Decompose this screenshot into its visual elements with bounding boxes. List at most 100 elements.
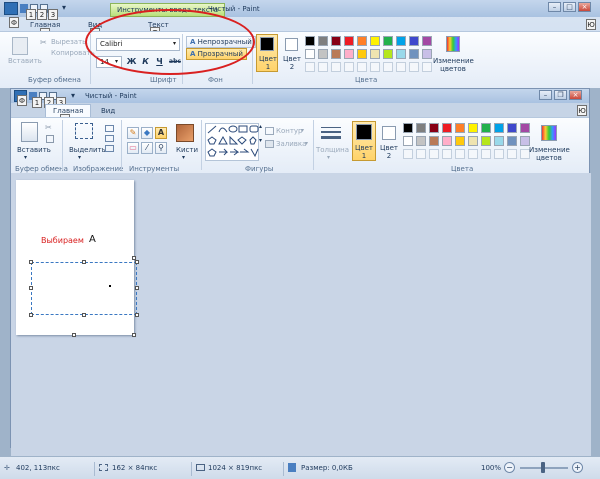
fill-button[interactable]: Заливка: [276, 140, 306, 148]
palette-swatch[interactable]: [481, 123, 491, 133]
palette-custom-slot[interactable]: [507, 149, 517, 159]
pencil-icon[interactable]: ✎: [127, 127, 139, 139]
palette-swatch[interactable]: [370, 49, 380, 59]
zoom-slider-thumb[interactable]: [541, 462, 545, 473]
color2-button[interactable]: [285, 38, 298, 51]
palette-swatch[interactable]: [370, 36, 380, 46]
color-picker-icon[interactable]: ⁄: [141, 142, 153, 154]
palette-swatch[interactable]: [455, 123, 465, 133]
tab-view[interactable]: Вид: [101, 107, 115, 115]
brushes-button[interactable]: Кисти: [176, 146, 198, 154]
palette-swatch[interactable]: [442, 136, 452, 146]
shapes-scroll-down-icon[interactable]: ▾: [259, 137, 262, 144]
thickness-button[interactable]: Толщина: [316, 146, 349, 154]
palette-swatch[interactable]: [383, 36, 393, 46]
palette-swatch[interactable]: [468, 136, 478, 146]
palette-custom-slot[interactable]: [494, 149, 504, 159]
edit-colors-button[interactable]: Изменение цветов: [529, 146, 570, 162]
palette-custom-slot[interactable]: [468, 149, 478, 159]
palette-custom-slot[interactable]: [305, 62, 315, 72]
palette-swatch[interactable]: [403, 136, 413, 146]
palette-custom-slot[interactable]: [409, 62, 419, 72]
palette-swatch[interactable]: [344, 36, 354, 46]
close-button[interactable]: ×: [569, 90, 582, 100]
palette-swatch[interactable]: [494, 123, 504, 133]
palette-swatch[interactable]: [305, 36, 315, 46]
fill-bucket-icon[interactable]: ◆: [141, 127, 153, 139]
palette-swatch[interactable]: [507, 136, 517, 146]
minimize-button[interactable]: –: [548, 2, 561, 12]
palette-custom-slot[interactable]: [396, 62, 406, 72]
palette-swatch[interactable]: [357, 36, 367, 46]
palette-swatch[interactable]: [344, 49, 354, 59]
maximize-button[interactable]: □: [563, 2, 576, 12]
palette-swatch[interactable]: [442, 123, 452, 133]
zoom-out-button[interactable]: −: [504, 462, 515, 473]
palette-swatch[interactable]: [416, 123, 426, 133]
quick-access-dropdown-icon[interactable]: ▾: [62, 3, 66, 12]
text-selection-box[interactable]: [31, 262, 137, 315]
palette-swatch[interactable]: [396, 49, 406, 59]
palette-swatch[interactable]: [403, 123, 413, 133]
resize-handle-n[interactable]: [82, 260, 86, 264]
rotate-icon[interactable]: [105, 145, 114, 152]
shapes-gallery[interactable]: [205, 123, 259, 161]
palette-custom-slot[interactable]: [481, 149, 491, 159]
paste-icon[interactable]: [21, 122, 38, 142]
resize-handle-s[interactable]: [82, 313, 86, 317]
palette-custom-slot[interactable]: [318, 62, 328, 72]
close-button[interactable]: ×: [578, 2, 591, 12]
palette-swatch[interactable]: [331, 49, 341, 59]
palette-swatch[interactable]: [520, 136, 530, 146]
minimize-button[interactable]: –: [539, 90, 552, 100]
palette-swatch[interactable]: [468, 123, 478, 133]
palette-swatch[interactable]: [396, 36, 406, 46]
cut-icon[interactable]: ✂: [45, 123, 52, 132]
palette-swatch[interactable]: [520, 123, 530, 133]
edit-colors-button[interactable]: Изменение цветов: [433, 57, 474, 73]
restore-button[interactable]: ❐: [554, 90, 567, 100]
palette-swatch[interactable]: [409, 49, 419, 59]
palette-swatch[interactable]: [494, 136, 504, 146]
shapes-scroll-up-icon[interactable]: ▴: [259, 123, 262, 130]
palette-swatch[interactable]: [455, 136, 465, 146]
quick-access-dropdown-icon[interactable]: ▾: [71, 91, 75, 100]
select-button[interactable]: Выделить: [69, 146, 106, 154]
palette-custom-slot[interactable]: [442, 149, 452, 159]
zoom-in-button[interactable]: +: [572, 462, 583, 473]
palette-swatch[interactable]: [383, 49, 393, 59]
resize-handle-e[interactable]: [135, 286, 139, 290]
resize-icon[interactable]: [105, 135, 114, 142]
resize-handle-nw[interactable]: [29, 260, 33, 264]
palette-custom-slot[interactable]: [357, 62, 367, 72]
outline-button[interactable]: Контур: [276, 127, 303, 135]
canvas-resize-right[interactable]: [132, 256, 136, 260]
canvas-resize-bottom[interactable]: [72, 333, 76, 337]
palette-swatch[interactable]: [318, 49, 328, 59]
select-icon[interactable]: [75, 123, 93, 139]
brushes-icon[interactable]: [176, 124, 194, 142]
paint-menu-icon[interactable]: [4, 2, 18, 15]
palette-swatch[interactable]: [331, 36, 341, 46]
palette-custom-slot[interactable]: [422, 62, 432, 72]
palette-swatch[interactable]: [422, 49, 432, 59]
resize-handle-w[interactable]: [29, 286, 33, 290]
eraser-icon[interactable]: ▭: [127, 142, 139, 154]
resize-handle-ne[interactable]: [135, 260, 139, 264]
edit-colors-icon[interactable]: [541, 125, 557, 141]
palette-swatch[interactable]: [409, 36, 419, 46]
edit-colors-icon[interactable]: [446, 36, 460, 52]
outline-icon[interactable]: [265, 127, 274, 135]
copy-icon[interactable]: [46, 135, 54, 143]
palette-swatch[interactable]: [416, 136, 426, 146]
palette-custom-slot[interactable]: [331, 62, 341, 72]
palette-custom-slot[interactable]: [455, 149, 465, 159]
palette-swatch[interactable]: [481, 136, 491, 146]
resize-handle-sw[interactable]: [29, 313, 33, 317]
palette-custom-slot[interactable]: [416, 149, 426, 159]
palette-swatch[interactable]: [507, 123, 517, 133]
paste-icon[interactable]: [12, 37, 28, 55]
magnifier-icon[interactable]: ⚲: [155, 142, 167, 154]
palette-swatch[interactable]: [357, 49, 367, 59]
palette-swatch[interactable]: [318, 36, 328, 46]
